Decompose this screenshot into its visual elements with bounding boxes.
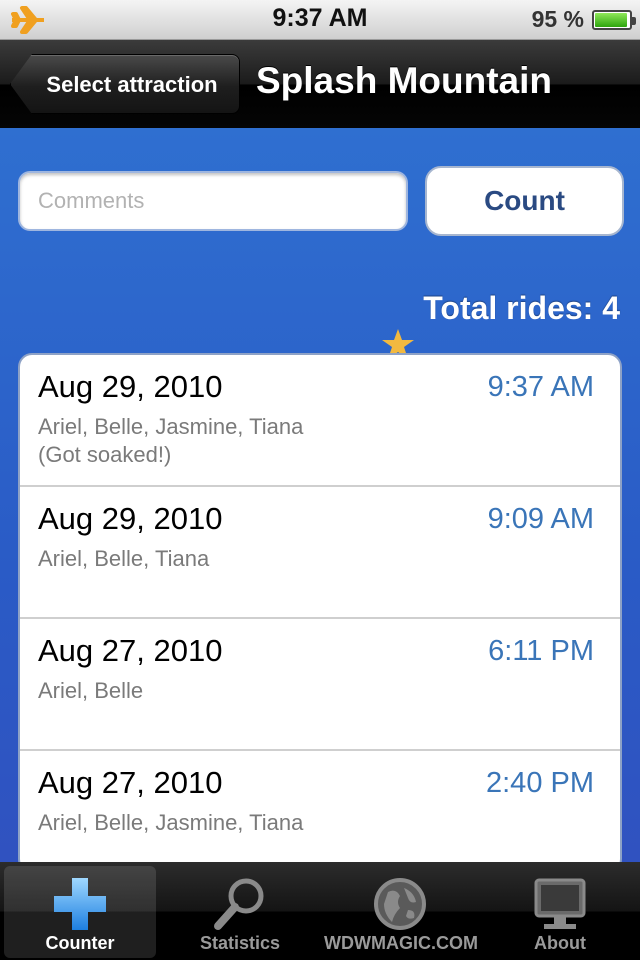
ride-date: Aug 27, 2010 — [38, 765, 223, 800]
tab-label: Statistics — [199, 933, 281, 953]
count-button[interactable]: Count — [425, 166, 624, 236]
ride-party: Ariel, Belle, Jasmine, Tiana — [38, 810, 304, 835]
ride-time: 6:11 PM — [488, 635, 594, 667]
ride-row[interactable]: Aug 29, 2010 9:37 AM Ariel, Belle, Jasmi… — [20, 355, 620, 487]
ride-date: Aug 29, 2010 — [38, 369, 223, 404]
ride-row[interactable]: Aug 29, 2010 9:09 AM Ariel, Belle, Tiana — [20, 487, 620, 619]
tab-counter[interactable]: Counter — [4, 866, 156, 958]
ride-comment: (Got soaked!) — [38, 442, 172, 467]
ride-time: 9:37 AM — [487, 371, 594, 403]
comments-input[interactable] — [20, 173, 406, 229]
tab-label: WDWMAGIC.COM — [324, 933, 478, 953]
ride-time: 9:09 AM — [487, 503, 594, 535]
ride-time: 2:40 PM — [486, 767, 594, 799]
ride-party: Ariel, Belle, Tiana — [38, 546, 210, 571]
ride-party: Ariel, Belle — [38, 678, 144, 703]
globe-icon — [374, 878, 426, 930]
battery-icon — [592, 10, 636, 30]
back-button[interactable]: Select attraction — [10, 54, 240, 114]
back-button-label: Select attraction — [46, 72, 218, 97]
ride-date: Aug 29, 2010 — [38, 501, 223, 536]
total-rides: Total rides: 4 — [423, 290, 620, 326]
navigation-bar: Select attraction Splash Mountain — [0, 40, 640, 128]
tab-wdwmagic[interactable]: WDWMAGIC.COM — [324, 866, 478, 958]
ride-details: Ariel, Belle, Tiana — [38, 545, 209, 573]
ride-details: Ariel, Belle, Jasmine, Tiana (Got soaked… — [38, 413, 303, 469]
tab-statistics[interactable]: Statistics — [164, 866, 316, 958]
ride-details: Ariel, Belle, Jasmine, Tiana — [38, 809, 303, 837]
plus-icon — [54, 878, 106, 930]
battery-percent: 95 % — [531, 6, 584, 32]
status-bar: 9:37 AM 95 % — [0, 0, 640, 40]
tab-label: About — [534, 933, 586, 953]
ride-details: Ariel, Belle — [38, 677, 143, 705]
rides-list[interactable]: Aug 29, 2010 9:37 AM Ariel, Belle, Jasmi… — [18, 353, 622, 873]
ride-row[interactable]: Aug 27, 2010 6:11 PM Ariel, Belle — [20, 619, 620, 751]
tab-label: Counter — [45, 933, 115, 953]
main-content: Count Total rides: 4 Aug 29, 2010 9:37 A… — [0, 128, 640, 873]
page-title: Splash Mountain — [256, 60, 552, 101]
comments-field[interactable] — [18, 171, 408, 231]
magnifier-icon — [214, 878, 264, 930]
ride-date: Aug 27, 2010 — [38, 633, 223, 668]
ride-party: Ariel, Belle, Jasmine, Tiana — [38, 414, 304, 439]
ride-row[interactable]: Aug 27, 2010 2:40 PM Ariel, Belle, Jasmi… — [20, 751, 620, 871]
tab-about[interactable]: About — [484, 866, 636, 958]
tab-bar: Counter Statistics WDWMAGIC.COM About — [0, 862, 640, 960]
monitor-icon — [534, 878, 586, 929]
